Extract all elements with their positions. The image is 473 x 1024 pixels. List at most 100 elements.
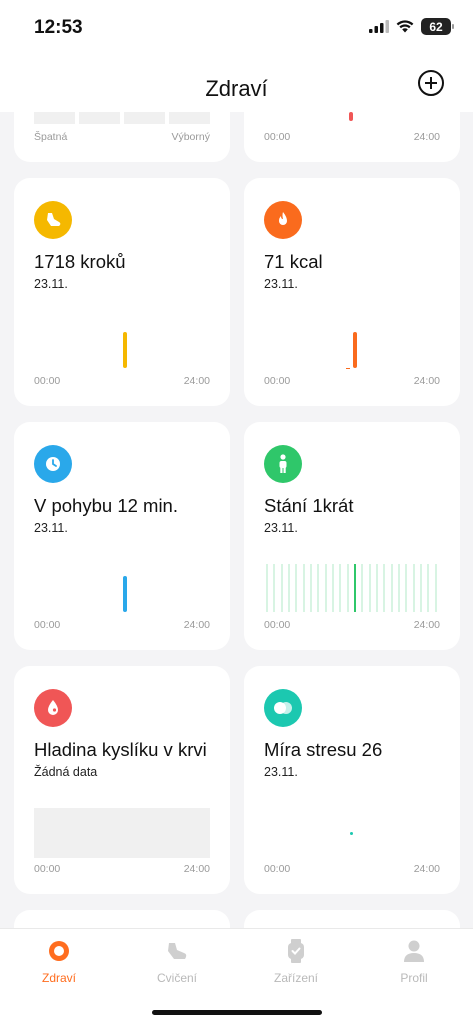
- status-bar: 12:53 62: [0, 0, 473, 56]
- stress-card[interactable]: Míra stresu 26 23.11. 00:00 24:00: [244, 666, 460, 894]
- chart-bar: [353, 332, 357, 368]
- tab-device-label: Zařízení: [273, 971, 318, 985]
- hour-bar: [324, 564, 327, 612]
- hour-bar: [266, 564, 268, 612]
- chart-point: [350, 832, 353, 835]
- hour-bar: [317, 564, 320, 612]
- hour-bar: [383, 564, 386, 612]
- stress-chart: [264, 794, 440, 858]
- axis-end-label: 24:00: [413, 619, 440, 631]
- person-icon: [404, 940, 424, 962]
- tab-profile[interactable]: Profil: [355, 929, 473, 999]
- battery-indicator: 62: [421, 18, 454, 35]
- steps-date: 23.11.: [34, 277, 68, 291]
- hour-bar: [427, 564, 430, 612]
- hour-bar: [346, 564, 349, 612]
- drop-icon: [48, 700, 58, 715]
- hour-bar: [361, 564, 364, 612]
- standing-icon-badge: [264, 445, 302, 483]
- hour-bar: [405, 564, 408, 612]
- standing-title: Stání 1krát: [264, 495, 354, 516]
- tab-bar: Zdraví Cvičení Zařízení Profil: [0, 928, 473, 1024]
- add-button[interactable]: [417, 69, 445, 97]
- nav-bar: Zdraví: [0, 56, 473, 112]
- hour-bar: [354, 564, 356, 612]
- standing-date: 23.11.: [264, 521, 298, 535]
- person-standing-icon: [279, 454, 287, 473]
- calories-date: 23.11.: [264, 277, 298, 291]
- hour-bar: [434, 564, 437, 612]
- hour-bar: [368, 564, 371, 612]
- sleep-quality-card[interactable]: Špatná Výborný: [14, 112, 230, 162]
- activity-icon-badge: [34, 445, 72, 483]
- stress-date: 23.11.: [264, 765, 298, 779]
- oxygen-icon-badge: [34, 689, 72, 727]
- clock-icon: [46, 457, 60, 471]
- status-time: 12:53: [34, 17, 83, 38]
- tab-health[interactable]: Zdraví: [0, 929, 118, 999]
- tab-health-label: Zdraví: [41, 971, 76, 985]
- axis-end-label: 24:00: [413, 131, 440, 143]
- hour-bar: [273, 564, 276, 612]
- standing-chart: [264, 550, 440, 614]
- chart-bar: [123, 576, 127, 612]
- standing-card[interactable]: Stání 1krát 23.11. 00:00 24:00: [244, 422, 460, 650]
- calories-chart: [264, 306, 440, 370]
- steps-card[interactable]: 1718 kroků 23.11. 00:00 24:00: [14, 178, 230, 406]
- heart-rate-card[interactable]: 00:00 24:00: [244, 112, 460, 162]
- hour-bar: [398, 564, 400, 612]
- chart-bar: [123, 332, 127, 368]
- chart-bar: [346, 368, 350, 369]
- steps-chart: [34, 306, 210, 370]
- tab-workout[interactable]: Cvičení: [118, 929, 236, 999]
- axis-start-label: 00:00: [34, 375, 61, 387]
- next-card-right[interactable]: [244, 910, 460, 928]
- blood-oxygen-card[interactable]: Hladina kyslíku v krvi Žádná data 00:00 …: [14, 666, 230, 894]
- next-card-left[interactable]: [14, 910, 230, 928]
- calories-icon-badge: [264, 201, 302, 239]
- axis-start-label: 00:00: [264, 131, 291, 143]
- chart-bar: [349, 112, 353, 121]
- calories-card[interactable]: 71 kcal 23.11. 00:00 24:00: [244, 178, 460, 406]
- axis-start-label: 00:00: [264, 863, 291, 875]
- tab-profile-label: Profil: [400, 971, 428, 985]
- steps-title: 1718 kroků: [34, 251, 126, 272]
- watch-icon: [288, 939, 304, 963]
- hour-bar: [339, 564, 342, 612]
- axis-start-label: 00:00: [34, 619, 61, 631]
- hour-bar: [310, 564, 312, 612]
- axis-end-label: 24:00: [183, 619, 210, 631]
- activity-card[interactable]: V pohybu 12 min. 23.11. 00:00 24:00: [14, 422, 230, 650]
- stress-title: Míra stresu 26: [264, 739, 383, 760]
- stress-icon: [274, 702, 292, 714]
- health-dashboard[interactable]: Špatná Výborný 00:00 24:00 1718 kroků 23…: [0, 112, 473, 928]
- hour-bar: [376, 564, 378, 612]
- wifi-icon: [396, 20, 414, 33]
- hour-bar: [412, 564, 415, 612]
- hour-bar: [288, 564, 290, 612]
- activity-chart: [34, 550, 210, 614]
- axis-end-label: 24:00: [413, 863, 440, 875]
- tab-device[interactable]: Zařízení: [237, 929, 355, 999]
- tab-workout-label: Cvičení: [156, 971, 197, 985]
- hour-bar: [420, 564, 422, 612]
- oxygen-title: Hladina kyslíku v krvi: [34, 739, 207, 760]
- activity-date: 23.11.: [34, 521, 68, 535]
- signal-icon: [369, 20, 389, 33]
- calories-title: 71 kcal: [264, 251, 323, 272]
- hour-bar: [280, 564, 283, 612]
- quality-scale: [34, 112, 210, 124]
- axis-end-label: 24:00: [183, 375, 210, 387]
- status-icons: 62: [369, 18, 454, 35]
- hour-bar: [332, 564, 334, 612]
- axis-start-label: 00:00: [264, 619, 291, 631]
- axis-start-label: 00:00: [34, 863, 61, 875]
- home-indicator: [152, 1010, 322, 1015]
- hour-bar: [390, 564, 393, 612]
- page-title: Zdraví: [205, 76, 268, 101]
- health-ring-icon: [49, 941, 69, 961]
- shoe-icon: [168, 943, 187, 959]
- shoe-icon: [47, 213, 61, 226]
- hour-bar: [302, 564, 305, 612]
- axis-start-label: 00:00: [264, 375, 291, 387]
